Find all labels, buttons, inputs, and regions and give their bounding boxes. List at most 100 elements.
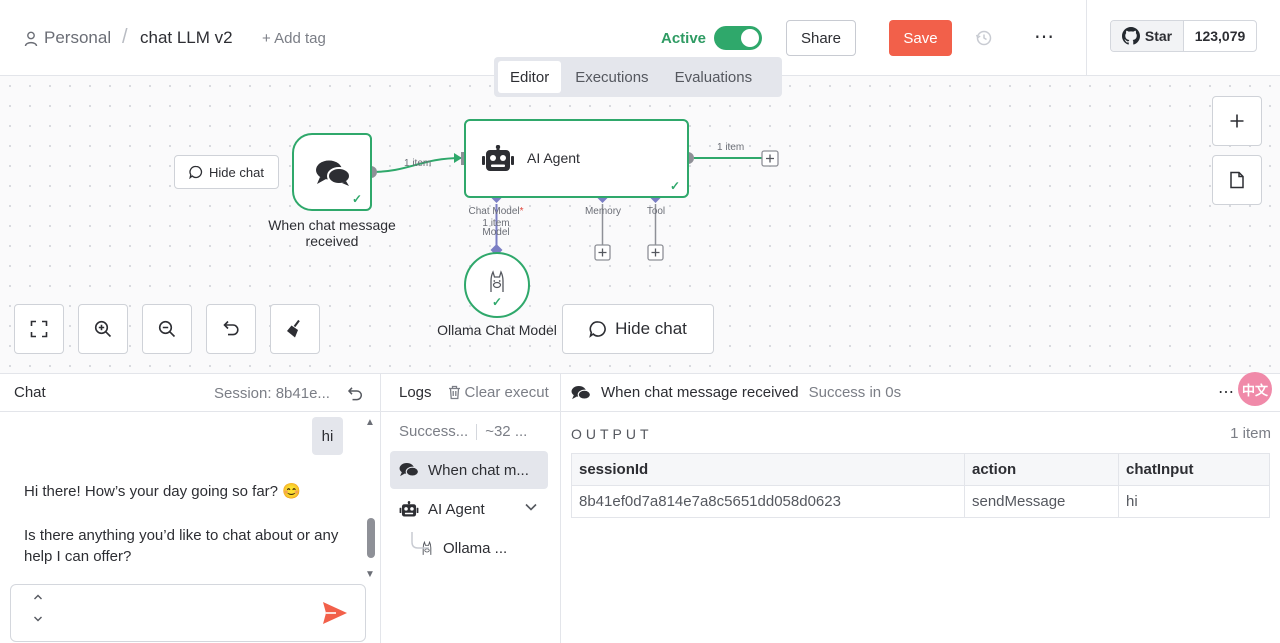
port-memory-label: Memory <box>584 206 622 217</box>
plus-icon <box>1230 114 1244 128</box>
reset-zoom-button[interactable] <box>206 304 256 354</box>
breadcrumb-project[interactable]: Personal <box>44 28 111 48</box>
sticky-note-icon <box>1230 171 1244 189</box>
success-check-icon: ✓ <box>670 179 681 193</box>
hide-chat-button[interactable]: Hide chat <box>562 304 714 354</box>
share-button[interactable]: Share <box>786 20 856 56</box>
add-sticky-note-button[interactable] <box>1212 155 1262 205</box>
output-section-label: OUTPUT <box>571 426 653 442</box>
workflow-name[interactable]: chat LLM v2 <box>140 28 233 48</box>
output-node-name: When chat message received <box>601 384 799 401</box>
edge-trigger-agent-label: 1 item <box>404 158 432 169</box>
output-status: Success in 0s <box>808 384 902 401</box>
fit-view-icon <box>30 320 48 338</box>
github-star-count: 123,079 <box>1194 28 1246 44</box>
logs-summary-tokens: ~32 ... <box>485 423 528 440</box>
user-message: hi <box>312 417 343 455</box>
chat-session-id[interactable]: Session: 8b41e... <box>214 385 330 402</box>
chat-bubbles-icon <box>316 160 351 186</box>
undo-icon <box>223 320 239 336</box>
hide-chat-label: Hide chat <box>615 319 687 338</box>
workflow-canvas[interactable]: 1 item 1 item Hide chat ✓ When chat mess… <box>0 76 1280 373</box>
output-panel: When chat message received Success in 0s… <box>561 372 1280 643</box>
chat-panel: Chat Session: 8b41e... hi Hi there! How’… <box>0 374 381 643</box>
zoom-out-icon <box>158 320 176 338</box>
column-header[interactable]: chatInput <box>1118 453 1270 486</box>
log-row-label: When chat m... <box>428 461 529 479</box>
chat-trigger-node[interactable]: ✓ <box>292 133 372 211</box>
port-chat-model-label: Chat Model* <box>460 207 532 217</box>
add-node-button[interactable] <box>1212 96 1262 146</box>
bot-message: Hi there! How’s your day going so far? 😊 <box>24 483 301 500</box>
logs-summary-divider <box>476 424 478 441</box>
translate-icon[interactable]: 中文 <box>1238 372 1272 406</box>
ai-agent-label: AI Agent <box>527 150 580 166</box>
chat-scrollbar-thumb[interactable] <box>367 518 375 558</box>
chat-title: Chat <box>14 384 46 401</box>
send-icon[interactable] <box>322 601 348 625</box>
port-chat-model-text: Chat Model <box>468 206 520 217</box>
active-label: Active <box>661 30 707 47</box>
more-options-icon[interactable]: ⋯ <box>1034 24 1055 49</box>
chat-message-input[interactable] <box>53 593 313 633</box>
zoom-out-button[interactable] <box>142 304 192 354</box>
github-star-button[interactable]: Star 123,079 <box>1110 20 1257 52</box>
add-tag-button[interactable]: + Add tag <box>262 30 326 47</box>
chat-bubbles-icon <box>399 463 419 477</box>
success-check-icon: ✓ <box>492 295 503 309</box>
log-row-ollama[interactable]: Ollama ... <box>411 529 548 567</box>
table-cell[interactable]: 8b41ef0d7a814e7a8c5651dd058d0623 <box>571 485 965 518</box>
table-header-row: sessionId action chatInput <box>571 453 1270 486</box>
logs-summary-status: Success... <box>399 423 469 440</box>
log-row-label: AI Agent <box>428 500 485 518</box>
llama-icon <box>490 270 504 292</box>
header-divider <box>1086 0 1087 76</box>
tab-evaluations[interactable]: Evaluations <box>663 61 765 93</box>
ollama-chat-model-node[interactable]: ✓ <box>464 252 530 318</box>
github-icon <box>1121 27 1140 45</box>
chat-input-box <box>10 584 366 642</box>
zoom-in-icon <box>94 320 112 338</box>
log-row-chat-trigger[interactable]: When chat m... <box>390 451 548 489</box>
view-tabs: Editor Executions Evaluations <box>494 57 782 97</box>
ollama-chat-model-label: Ollama Chat Model <box>437 322 557 338</box>
github-star-left: Star <box>1111 21 1184 51</box>
reset-session-icon[interactable] <box>347 386 363 402</box>
breadcrumb-separator: / <box>122 26 128 48</box>
logs-header: Logs Clear execut <box>381 374 560 412</box>
history-prev-icon[interactable] <box>33 593 43 601</box>
save-button[interactable]: Save <box>889 20 952 56</box>
fit-view-button[interactable] <box>14 304 64 354</box>
history-next-icon[interactable] <box>33 615 43 623</box>
required-marker: * <box>519 206 524 217</box>
active-toggle[interactable] <box>714 26 762 50</box>
output-item-count: 1 item <box>1230 425 1271 442</box>
port-tool-label: Tool <box>646 206 666 217</box>
output-table: sessionId action chatInput 8b41ef0d7a814… <box>571 453 1270 518</box>
broom-icon <box>287 319 300 338</box>
zoom-in-button[interactable] <box>78 304 128 354</box>
scroll-down-arrow-icon[interactable]: ▼ <box>365 569 375 580</box>
tidy-up-button[interactable] <box>270 304 320 354</box>
column-header[interactable]: action <box>964 453 1119 486</box>
hide-chat-small-label: Hide chat <box>209 164 264 180</box>
history-icon[interactable] <box>975 29 993 47</box>
bottom-panel: Chat Session: 8b41e... hi Hi there! How’… <box>0 372 1280 643</box>
chat-bubble-icon <box>189 165 203 179</box>
log-row-label: Ollama ... <box>443 539 508 557</box>
clear-execution-button[interactable]: Clear execut <box>448 384 549 401</box>
chat-trigger-label: When chat message received <box>268 217 396 249</box>
hide-chat-button-small[interactable]: Hide chat <box>174 155 279 189</box>
edge-arrowhead <box>454 153 462 163</box>
chevron-down-icon[interactable] <box>524 502 538 512</box>
tab-editor[interactable]: Editor <box>498 61 562 93</box>
robot-icon <box>482 145 514 171</box>
column-header[interactable]: sessionId <box>571 453 965 486</box>
table-cell[interactable]: sendMessage <box>964 485 1119 518</box>
more-options-icon[interactable]: ⋯ <box>1218 382 1235 402</box>
table-cell[interactable]: hi <box>1118 485 1270 518</box>
tab-executions[interactable]: Executions <box>563 61 660 93</box>
bot-message: Is there anything you’d like to chat abo… <box>24 527 339 565</box>
output-header: When chat message received Success in 0s <box>561 374 1280 412</box>
scroll-up-arrow-icon[interactable]: ▲ <box>365 417 375 428</box>
